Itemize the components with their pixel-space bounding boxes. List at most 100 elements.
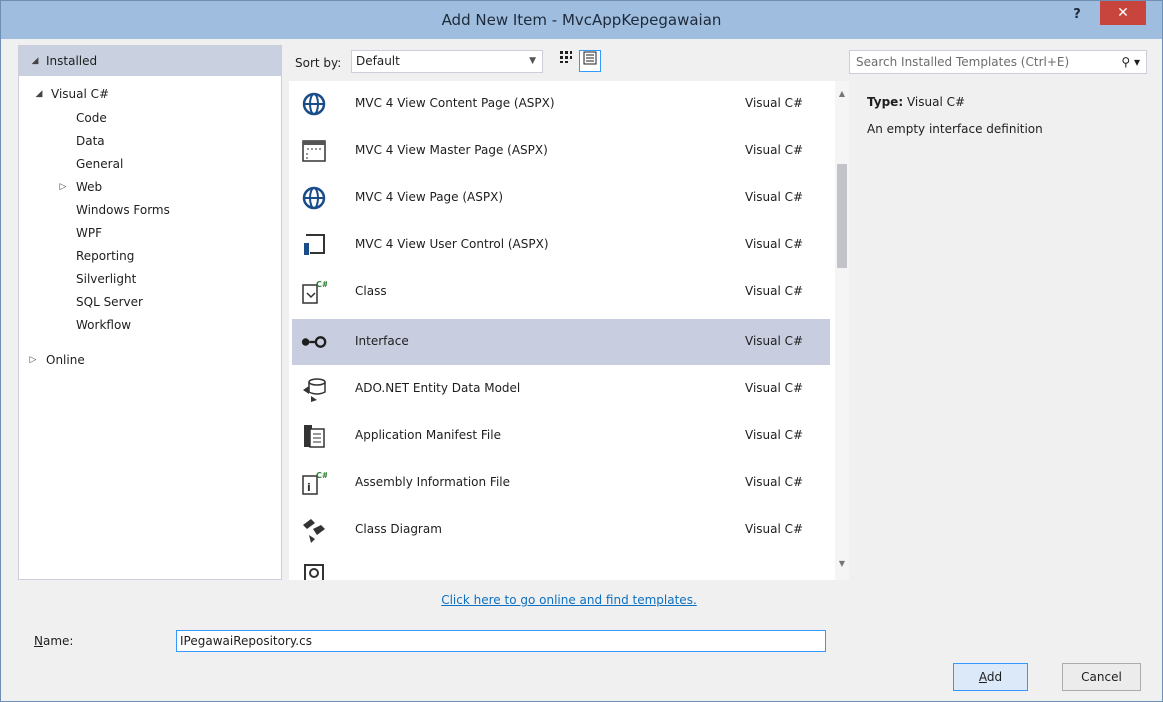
tree-node-data[interactable]: Data [19, 130, 281, 152]
template-row-partial[interactable] [292, 556, 830, 580]
tree-item-label: Data [76, 134, 105, 148]
find-templates-online-link[interactable]: Click here to go online and find templat… [289, 593, 849, 607]
help-button[interactable]: ? [1067, 7, 1087, 27]
globe-icon [300, 90, 328, 118]
tree-item-label: Windows Forms [76, 203, 170, 217]
tree-node-online[interactable]: ▷ Online [19, 349, 281, 371]
add-new-item-dialog: Add New Item - MvcAppKepegawaian ? ✕ ◢ I… [0, 0, 1163, 702]
expanded-arrow-icon: ◢ [35, 89, 43, 99]
search-placeholder: Search Installed Templates (Ctrl+E) [856, 55, 1070, 69]
chevron-down-icon: ▼ [529, 56, 536, 66]
template-type-info: Type: Visual C# [867, 95, 965, 109]
template-name: Class [355, 284, 387, 298]
svg-text:C#: C# [316, 280, 327, 289]
template-language: Visual C# [745, 381, 804, 395]
template-name: MVC 4 View User Control (ASPX) [355, 237, 549, 251]
template-row[interactable]: Application Manifest File Visual C# [292, 413, 830, 459]
template-language: Visual C# [745, 96, 804, 110]
template-row[interactable]: C# i Assembly Information File Visual C# [292, 460, 830, 506]
type-value: Visual C# [906, 95, 966, 109]
template-language: Visual C# [745, 428, 804, 442]
scroll-up-arrow-icon[interactable]: ▲ [835, 89, 849, 98]
template-list-scrollbar[interactable]: ▲ ▼ [835, 81, 849, 580]
template-language: Visual C# [745, 190, 804, 204]
search-icon: ⚲ ▾ [1121, 55, 1140, 69]
template-name: MVC 4 View Master Page (ASPX) [355, 143, 548, 157]
class-diagram-icon [300, 516, 328, 544]
name-input[interactable]: IPegawaiRepository.cs [176, 630, 826, 652]
cancel-button[interactable]: Cancel [1062, 663, 1141, 691]
template-language: Visual C# [745, 237, 804, 251]
small-icons-view-button[interactable] [555, 50, 577, 72]
svg-text:i: i [307, 481, 311, 494]
tree-item-visual-csharp[interactable]: Visual C# [51, 83, 109, 105]
collapsed-arrow-icon: ▷ [59, 182, 67, 192]
interface-icon [300, 328, 328, 356]
manifest-icon [300, 422, 328, 450]
template-row[interactable]: ADO.NET Entity Data Model Visual C# [292, 366, 830, 412]
tree-node-silverlight[interactable]: Silverlight [19, 268, 281, 290]
assembly-info-icon: C# i [300, 469, 328, 497]
template-row[interactable]: Class Diagram Visual C# [292, 507, 830, 553]
grid-view-icon [560, 51, 572, 63]
tree-item-installed[interactable]: Installed [46, 50, 97, 72]
add-button[interactable]: Add [953, 663, 1028, 691]
template-language: Visual C# [745, 143, 804, 157]
entity-model-icon [300, 375, 328, 403]
template-name: Interface [355, 334, 409, 348]
name-label: Name: [34, 634, 74, 648]
template-row-selected[interactable]: Interface Visual C# [292, 319, 830, 365]
scroll-thumb[interactable] [837, 164, 847, 268]
tree-node-visual-csharp[interactable]: ◢ Visual C# [19, 83, 281, 105]
template-row[interactable]: MVC 4 View Content Page (ASPX) Visual C# [292, 81, 830, 127]
template-row[interactable]: C# Class Visual C# [292, 269, 830, 315]
tree-item-label: Workflow [76, 318, 132, 332]
code-analysis-icon [300, 560, 328, 580]
template-name: MVC 4 View Page (ASPX) [355, 190, 504, 204]
template-row[interactable]: MVC 4 View Page (ASPX) Visual C# [292, 175, 830, 221]
tree-header-installed[interactable]: ◢ Installed [19, 46, 281, 76]
svg-text:C#: C# [316, 471, 327, 480]
template-language: Visual C# [745, 284, 804, 298]
tree-item-label: SQL Server [76, 295, 143, 309]
medium-icons-view-button[interactable] [579, 50, 601, 72]
sort-by-dropdown[interactable]: Default ▼ [351, 50, 543, 73]
list-view-icon [583, 51, 597, 65]
collapsed-arrow-icon: ▷ [29, 355, 37, 365]
scroll-down-arrow-icon[interactable]: ▼ [835, 559, 849, 568]
tree-node-sql-server[interactable]: SQL Server [19, 291, 281, 313]
template-row[interactable]: MVC 4 View Master Page (ASPX) Visual C# [292, 128, 830, 174]
category-tree: ◢ Installed ◢ Visual C# Code Data Genera… [18, 45, 282, 580]
type-label: Type: [867, 95, 904, 109]
tree-item-label: General [76, 157, 124, 171]
tree-node-reporting[interactable]: Reporting [19, 245, 281, 267]
globe-icon [300, 184, 328, 212]
tree-item-label: Web [76, 180, 103, 194]
tree-item-label: Reporting [76, 249, 135, 263]
user-control-icon [300, 231, 328, 259]
tree-node-code[interactable]: Code [19, 107, 281, 129]
sort-by-value: Default [356, 54, 400, 68]
tree-item-online: Online [46, 353, 85, 367]
template-language: Visual C# [745, 334, 804, 348]
title-bar: Add New Item - MvcAppKepegawaian ? ✕ [1, 1, 1162, 39]
template-name: Application Manifest File [355, 428, 501, 442]
search-templates-input[interactable]: Search Installed Templates (Ctrl+E) ⚲ ▾ [849, 50, 1147, 74]
template-row[interactable]: MVC 4 View User Control (ASPX) Visual C# [292, 222, 830, 268]
tree-node-web[interactable]: ▷ Web [19, 176, 281, 198]
master-page-icon [300, 137, 328, 165]
template-list: MVC 4 View Content Page (ASPX) Visual C#… [289, 81, 849, 580]
expanded-arrow-icon: ◢ [31, 56, 39, 66]
tree-node-general[interactable]: General [19, 153, 281, 175]
tree-node-workflow[interactable]: Workflow [19, 314, 281, 336]
tree-item-label: Silverlight [76, 272, 137, 286]
class-icon: C# [300, 278, 328, 306]
template-language: Visual C# [745, 522, 804, 536]
template-description: An empty interface definition [867, 122, 1043, 136]
close-button[interactable]: ✕ [1100, 1, 1146, 25]
template-language: Visual C# [745, 475, 804, 489]
tree-node-wpf[interactable]: WPF [19, 222, 281, 244]
tree-item-label: Code [76, 111, 107, 125]
tree-item-label: WPF [76, 226, 103, 240]
tree-node-windows-forms[interactable]: Windows Forms [19, 199, 281, 221]
